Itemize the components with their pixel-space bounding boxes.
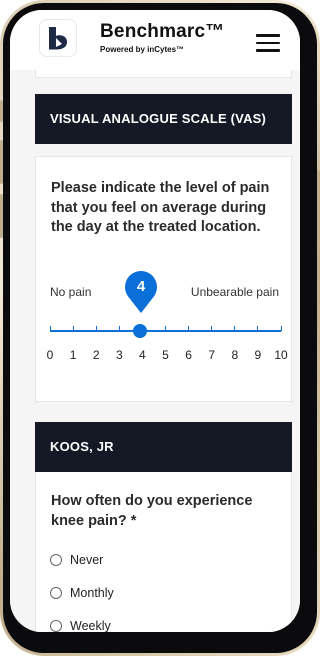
app-title: Benchmarc™: [100, 21, 225, 42]
radio-circle-icon[interactable]: [50, 587, 62, 599]
scale-number: 2: [92, 348, 100, 362]
radio-label: Monthly: [70, 586, 114, 600]
vas-question-text: Please indicate the level of pain that y…: [51, 180, 270, 235]
previous-question-card: [35, 70, 292, 78]
radio-label: Never: [70, 553, 104, 567]
scale-max-label: Unbearable pain: [190, 285, 279, 299]
slider-tick: [211, 326, 213, 331]
radio-circle-icon[interactable]: [50, 554, 62, 566]
screen: Benchmarc™ Powered by inCytes™ VISUAL AN…: [10, 10, 300, 632]
radio-label: Weekly: [70, 619, 111, 632]
side-button: [0, 140, 3, 184]
side-button: [0, 100, 3, 122]
scale-number: 6: [185, 348, 192, 362]
side-button: [0, 194, 3, 238]
benchmarc-logo-icon[interactable]: [40, 20, 76, 56]
slider-tick: [280, 326, 282, 331]
logo-glyph: [49, 27, 67, 50]
vas-question-card: Please indicate the level of pain that y…: [35, 156, 292, 402]
scale-number: 10: [274, 348, 288, 362]
scale-number: 9: [254, 348, 262, 362]
slider-thumb[interactable]: [133, 324, 147, 338]
scale-number: 5: [162, 348, 169, 362]
slider-tick: [118, 326, 120, 331]
slider-tick: [95, 326, 97, 331]
scale-number: 4: [139, 348, 146, 362]
slider-tick: [165, 326, 166, 331]
slider-tick: [188, 326, 190, 331]
slider-value-pin: 4: [124, 270, 158, 314]
koos-section-header: KOOS, JR: [35, 422, 292, 472]
scale-min-label: No pain: [50, 285, 92, 299]
survey-content: VISUAL ANALOGUE SCALE (VAS) Please indic…: [10, 70, 300, 632]
hamburger-menu-icon[interactable]: [256, 34, 280, 52]
slider-tick: [234, 326, 236, 331]
radio-circle-icon[interactable]: [50, 620, 62, 632]
phone-frame: Benchmarc™ Powered by inCytes™ VISUAL AN…: [0, 0, 320, 656]
koos-question-text: How often do you experience knee pain? *: [51, 493, 253, 529]
app-header: Benchmarc™ Powered by inCytes™: [10, 10, 300, 71]
scale-number: 8: [231, 348, 239, 362]
slider-tick: [72, 326, 74, 331]
scale-number: 7: [208, 348, 216, 362]
scale-number: 1: [69, 348, 77, 362]
vas-section-header: VISUAL ANALOGUE SCALE (VAS): [35, 94, 292, 144]
scale-number: 0: [46, 348, 54, 362]
app-subtitle: Powered by inCytes™: [100, 45, 185, 54]
scale-number: 3: [115, 348, 123, 362]
slider-value: 4: [136, 278, 146, 295]
koos-question-card: How often do you experience knee pain? *…: [35, 472, 292, 632]
slider-tick: [49, 326, 51, 331]
slider-tick: [257, 326, 259, 331]
